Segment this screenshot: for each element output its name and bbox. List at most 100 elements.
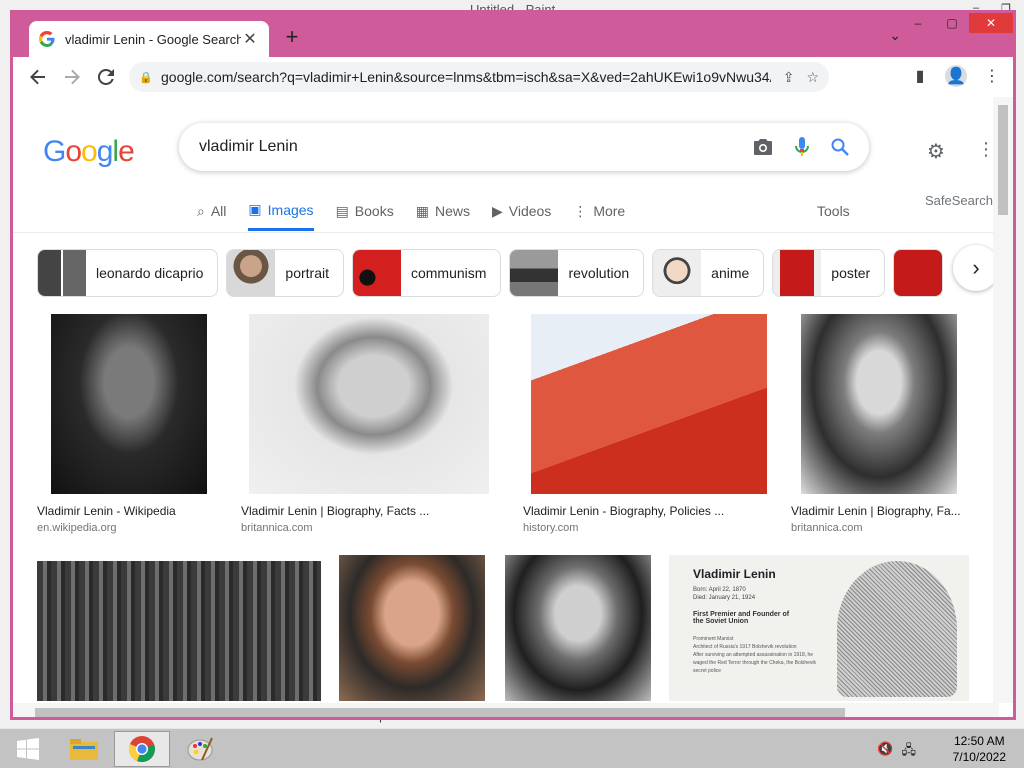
- folder-icon: [70, 739, 98, 760]
- tab-label: Images: [267, 201, 314, 218]
- vertical-scrollbar[interactable]: [993, 97, 1013, 703]
- search-input[interactable]: vladimir Lenin: [199, 138, 731, 156]
- video-icon: ▶: [491, 202, 503, 219]
- side-panel-icon[interactable]: ▮: [909, 65, 931, 87]
- chrome-taskbar-button[interactable]: [114, 731, 170, 767]
- tab-all[interactable]: ⌕ All: [197, 201, 226, 231]
- camera-icon[interactable]: [753, 138, 773, 156]
- chip-leonardo-dicaprio[interactable]: leonardo dicaprio: [37, 249, 219, 297]
- chip-label: leonardo dicaprio: [96, 265, 204, 281]
- tab-more[interactable]: ⋮ More: [573, 201, 625, 231]
- file-explorer-taskbar-button[interactable]: [56, 731, 112, 767]
- chip-thumbnail: [352, 250, 401, 296]
- browser-tab[interactable]: vladimir Lenin - Google Search ✕: [29, 21, 269, 57]
- search-box[interactable]: vladimir Lenin: [179, 123, 869, 171]
- tab-close-icon[interactable]: ✕: [241, 29, 259, 49]
- horizontal-scrollbar[interactable]: [13, 703, 999, 717]
- back-arrow-icon: [30, 69, 45, 85]
- result-image[interactable]: [249, 314, 489, 494]
- chip-thumbnail: [653, 250, 702, 296]
- bookmark-star-icon[interactable]: ☆: [806, 69, 819, 86]
- tab-search-chevron-icon[interactable]: ⌄: [889, 27, 901, 44]
- scroll-thumb[interactable]: [35, 708, 845, 717]
- paint-taskbar-button[interactable]: [172, 731, 228, 767]
- card-bullet: Prominent Marxist: [693, 636, 734, 642]
- network-icon[interactable]: 🖧: [902, 741, 917, 763]
- safesearch-link[interactable]: SafeSearch: [925, 193, 993, 208]
- settings-gear-icon[interactable]: ⚙: [927, 139, 945, 164]
- tab-label: All: [210, 203, 227, 219]
- result-image[interactable]: [37, 561, 321, 701]
- image-result[interactable]: [339, 555, 485, 701]
- result-title[interactable]: Vladimir Lenin | Biography, Fa...: [791, 504, 963, 518]
- share-icon[interactable]: ⇪: [783, 69, 795, 86]
- tools-button[interactable]: Tools: [817, 203, 850, 219]
- maximize-button[interactable]: ▢: [935, 13, 969, 33]
- taskbar-clock[interactable]: 12:50 AM 7/10/2022: [953, 733, 1006, 765]
- result-image[interactable]: [801, 314, 957, 494]
- minimize-button[interactable]: –: [901, 13, 935, 33]
- image-result[interactable]: [505, 555, 651, 701]
- scroll-thumb[interactable]: [998, 105, 1008, 215]
- card-bullets: Prominent Marxist Architect of Russia's …: [693, 635, 823, 675]
- card-bullet: Architect of Russia's 1917 Bolshevik rev…: [693, 644, 797, 650]
- chip-poster[interactable]: poster: [772, 249, 886, 297]
- result-image[interactable]: [339, 555, 485, 701]
- image-result[interactable]: Vladimir Lenin - Biography, Policies ...…: [523, 314, 773, 544]
- infographic-result[interactable]: Vladimir Lenin Born: April 22, 1870 Died…: [669, 555, 969, 701]
- search-type-tabs: ⌕ All ▣ Images ▤ Books ▦ News ▶ Videos ⋮ More: [197, 201, 625, 231]
- reload-button[interactable]: [91, 62, 121, 92]
- google-logo[interactable]: Google: [43, 135, 135, 169]
- tab-images[interactable]: ▣ Images: [248, 201, 314, 231]
- chip-communism[interactable]: communism: [351, 249, 502, 297]
- chip-portrait[interactable]: portrait: [226, 249, 344, 297]
- chip-scroll-next-icon[interactable]: ›: [953, 245, 993, 291]
- back-button[interactable]: [23, 62, 53, 92]
- result-title[interactable]: Vladimir Lenin | Biography, Facts ...: [241, 504, 491, 518]
- image-result[interactable]: Vladimir Lenin | Biography, Facts ... br…: [241, 314, 491, 544]
- start-button[interactable]: [0, 731, 56, 767]
- taskbar: 🔇 🖧 12:50 AM 7/10/2022: [0, 728, 1024, 768]
- apps-grid-icon[interactable]: ⋮⋮: [977, 139, 993, 160]
- image-result[interactable]: Vladimir Lenin | Biography, Fa... britan…: [791, 314, 991, 544]
- volume-muted-icon[interactable]: 🔇: [877, 741, 893, 763]
- chip-partial[interactable]: [893, 249, 944, 297]
- chip-thumbnail: [894, 250, 943, 296]
- result-image[interactable]: [531, 314, 767, 494]
- result-image[interactable]: [51, 314, 207, 494]
- chrome-window: vladimir Lenin - Google Search ✕ + ⌄ – ▢…: [10, 10, 1016, 720]
- close-window-button[interactable]: ✕: [969, 13, 1013, 33]
- card-engraving-image: [837, 561, 957, 697]
- search-icon[interactable]: [831, 138, 849, 156]
- more-vertical-icon: ⋮: [573, 202, 588, 219]
- chip-thumbnail: [227, 250, 276, 296]
- related-chips: leonardo dicaprio portrait communism rev…: [37, 249, 944, 297]
- image-result[interactable]: [37, 561, 321, 701]
- address-bar[interactable]: 🔒 google.com/search?q=vladimir+Lenin&sou…: [129, 62, 829, 92]
- chip-thumbnail: [510, 250, 559, 296]
- tab-label: Books: [354, 203, 394, 219]
- google-images-page: Google vladimir Lenin ⚙ ⋮⋮ ⌕ All ▣ Images …: [13, 97, 993, 717]
- image-result[interactable]: Vladimir Lenin - Wikipedia en.wikipedia.…: [37, 314, 217, 544]
- chip-anime[interactable]: anime: [652, 249, 765, 297]
- lock-icon[interactable]: 🔒: [139, 71, 153, 84]
- card-title: Vladimir Lenin: [693, 567, 776, 581]
- profile-avatar-icon[interactable]: 👤: [945, 65, 967, 87]
- result-image[interactable]: [505, 555, 651, 701]
- window-controls: – ▢ ✕: [901, 13, 1013, 33]
- chrome-icon: [128, 736, 155, 762]
- new-tab-button[interactable]: +: [279, 25, 305, 51]
- microphone-icon[interactable]: [795, 137, 809, 157]
- tab-videos[interactable]: ▶ Videos: [492, 201, 551, 231]
- forward-button[interactable]: [57, 62, 87, 92]
- chip-revolution[interactable]: revolution: [509, 249, 645, 297]
- tab-books[interactable]: ▤ Books: [336, 201, 394, 231]
- result-title[interactable]: Vladimir Lenin - Wikipedia: [37, 504, 217, 518]
- url-text[interactable]: google.com/search?q=vladimir+Lenin&sourc…: [161, 69, 771, 85]
- chip-label: communism: [410, 265, 487, 281]
- chip-thumbnail: [773, 250, 822, 296]
- tab-news[interactable]: ▦ News: [416, 201, 470, 231]
- news-icon: ▦: [415, 202, 429, 219]
- menu-dots-icon[interactable]: ⋮: [981, 65, 1003, 87]
- result-title[interactable]: Vladimir Lenin - Biography, Policies ...: [523, 504, 773, 518]
